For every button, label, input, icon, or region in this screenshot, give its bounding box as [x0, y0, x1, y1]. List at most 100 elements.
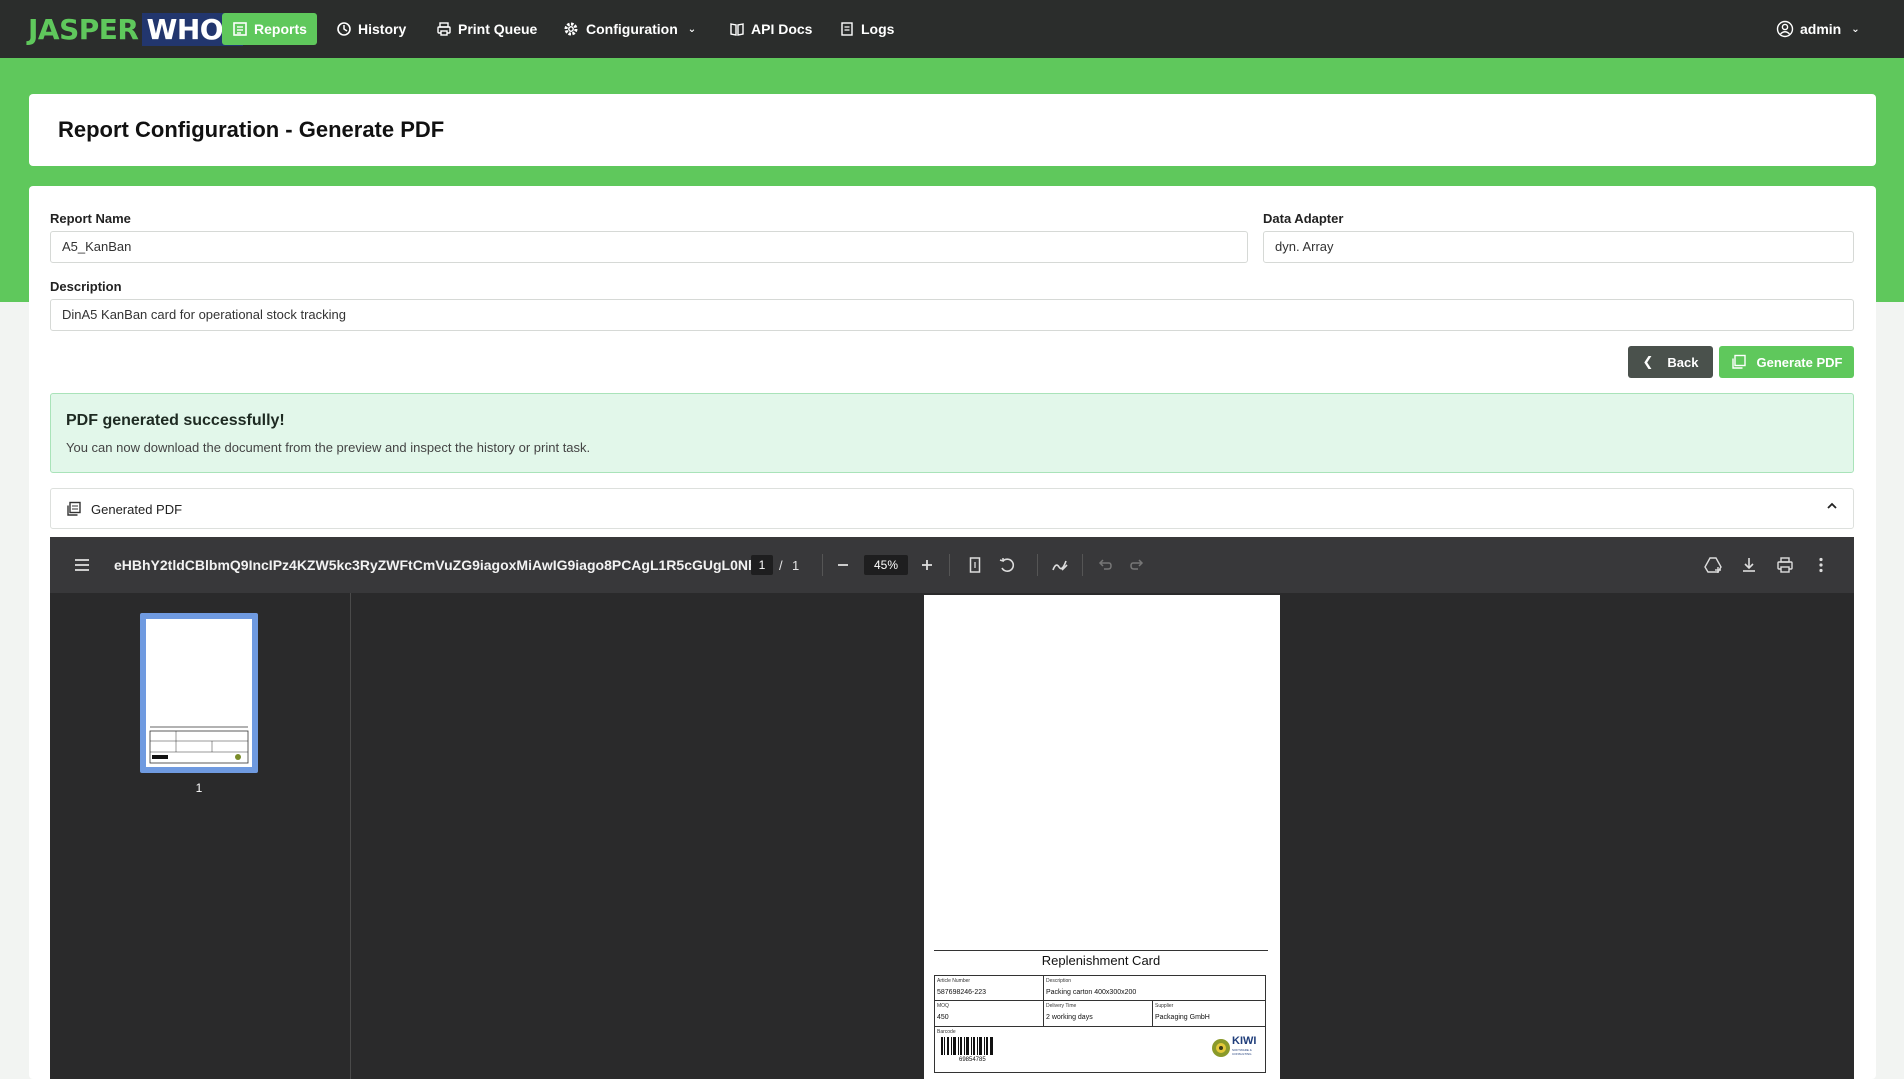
book-icon — [729, 21, 745, 37]
kiwi-emblem-icon — [1212, 1039, 1230, 1057]
pdf-description-label: Description — [1046, 978, 1072, 984]
page-number-input[interactable]: 1 — [751, 555, 773, 575]
barcode-image — [941, 1037, 993, 1055]
back-button-label: Back — [1667, 354, 1699, 370]
article-number-label: Article Number — [937, 978, 971, 984]
nav-logs-label: Logs — [861, 21, 895, 37]
toolbar-divider — [1082, 554, 1083, 576]
generate-pdf-button[interactable]: Generate PDF — [1719, 346, 1854, 378]
barcode-cell: Barcode 69854785 KIWI SOFTWARE & CONSULT… — [935, 1027, 1265, 1072]
toolbar-divider — [949, 554, 950, 576]
kiwi-logo-text: KIWI — [1232, 1035, 1257, 1047]
generated-pdf-accordion[interactable]: Generated PDF — [50, 488, 1854, 529]
chevron-left-icon: ❮ — [1642, 354, 1654, 369]
rotate-icon[interactable] — [997, 555, 1017, 575]
barcode-label: Barcode — [937, 1029, 956, 1035]
description-field[interactable]: DinA5 KanBan card for operational stock … — [50, 299, 1854, 331]
zoom-level[interactable]: 45% — [864, 555, 908, 575]
history-icon — [336, 21, 352, 37]
report-icon — [232, 21, 248, 37]
chevron-up-icon — [1825, 499, 1839, 513]
thumbnail-preview — [149, 726, 249, 764]
gear-icon — [562, 20, 580, 38]
top-navbar: JASPER WHO? Reports History Print Queue C… — [0, 0, 1904, 58]
nav-configuration[interactable]: Configuration ⌄ — [562, 13, 696, 45]
pdf-card-title: Replenishment Card — [934, 950, 1268, 968]
nav-history[interactable]: History — [336, 13, 406, 45]
drive-upload-icon[interactable] — [1703, 555, 1723, 575]
generate-pdf-label: Generate PDF — [1756, 354, 1843, 370]
page-title-card: Report Configuration - Generate PDF — [29, 94, 1876, 166]
menu-icon[interactable] — [72, 555, 92, 575]
alert-title: PDF generated successfully! — [66, 412, 285, 429]
nav-logs[interactable]: Logs — [839, 13, 894, 45]
nav-print-queue-label: Print Queue — [458, 21, 538, 37]
draw-icon[interactable] — [1050, 555, 1070, 575]
pdf-icon — [1731, 354, 1747, 370]
alert-message: You can now download the document from t… — [66, 440, 591, 455]
nav-api-docs[interactable]: API Docs — [729, 13, 812, 45]
moq-cell: MOQ 450 — [935, 1001, 1044, 1027]
description-label: Description — [50, 279, 122, 294]
pdf-page: Replenishment Card Article Number 587698… — [924, 595, 1280, 1079]
download-icon[interactable] — [1739, 555, 1759, 575]
pdf-viewer: eHBhY2tldCBlbmQ9IncIPz4KZW5kc3RyZWFtCmVu… — [50, 537, 1854, 1079]
supplier-value: Packaging GmbH — [1155, 1014, 1210, 1021]
kiwi-logo-subtext: SOFTWARE & CONSULTING — [1232, 1048, 1252, 1056]
page-separator: / — [779, 558, 783, 573]
article-number-cell: Article Number 587698246-223 — [935, 976, 1044, 1001]
pdf-filename: eHBhY2tldCBlbmQ9IncIPz4KZW5kc3RyZWFtCmVu… — [114, 557, 769, 573]
nav-api-docs-label: API Docs — [751, 21, 813, 37]
nav-history-label: History — [358, 21, 407, 37]
thumbnail-page — [146, 619, 252, 767]
delivery-cell: Delivery Time 2 working days — [1044, 1001, 1153, 1027]
user-menu[interactable]: admin ⌄ — [1776, 13, 1860, 45]
supplier-label: Supplier — [1155, 1003, 1174, 1009]
supplier-cell: Supplier Packaging GmbH — [1153, 1001, 1265, 1027]
data-adapter-field[interactable]: dyn. Array — [1263, 231, 1854, 263]
report-name-field[interactable]: A5_KanBan — [50, 231, 1248, 263]
success-alert: PDF generated successfully! You can now … — [50, 393, 1854, 473]
toolbar-divider — [822, 554, 823, 576]
pdf-description-value: Packing carton 400x300x200 — [1046, 989, 1137, 996]
description-cell: Description Packing carton 400x300x200 — [1044, 976, 1265, 1001]
thumbnail-sidebar: 1 — [50, 593, 351, 1079]
printer-icon — [436, 21, 452, 37]
thumbnail-page-number: 1 — [195, 781, 203, 795]
fit-page-icon[interactable] — [965, 555, 985, 575]
more-vertical-icon[interactable] — [1811, 555, 1831, 575]
zoom-out-icon[interactable] — [833, 555, 853, 575]
data-adapter-label: Data Adapter — [1263, 211, 1344, 226]
delivery-label: Delivery Time — [1046, 1003, 1077, 1009]
print-icon[interactable] — [1775, 555, 1795, 575]
barcode-number: 69854785 — [959, 1057, 986, 1063]
nav-print-queue[interactable]: Print Queue — [436, 13, 537, 45]
page-title: Report Configuration - Generate PDF — [58, 117, 445, 142]
user-icon — [1776, 20, 1794, 38]
zoom-in-icon[interactable] — [917, 555, 937, 575]
undo-icon[interactable] — [1095, 555, 1115, 575]
moq-label: MOQ — [937, 1003, 949, 1009]
pdf-card-table: Article Number 587698246-223 Description… — [934, 975, 1266, 1073]
article-number-value: 587698246-223 — [937, 989, 987, 996]
user-name: admin — [1800, 21, 1842, 37]
nav-reports[interactable]: Reports — [222, 13, 317, 45]
moq-value: 450 — [937, 1014, 949, 1021]
chevron-down-icon: ⌄ — [687, 23, 697, 35]
logo-jasper: JASPER — [28, 12, 139, 46]
delivery-value: 2 working days — [1046, 1014, 1093, 1021]
page-total: 1 — [792, 558, 800, 573]
kiwi-logo: KIWI SOFTWARE & CONSULTING — [1211, 1033, 1263, 1063]
toolbar-divider — [1037, 554, 1038, 576]
report-name-label: Report Name — [50, 211, 131, 226]
pdf-icon — [66, 501, 82, 517]
redo-icon[interactable] — [1127, 555, 1147, 575]
app-logo[interactable]: JASPER WHO? — [28, 11, 243, 47]
back-button[interactable]: ❮ Back — [1628, 346, 1713, 378]
chevron-down-icon: ⌄ — [1851, 23, 1860, 35]
logs-icon — [839, 21, 855, 37]
page-thumbnail[interactable] — [140, 613, 258, 773]
pdf-toolbar: eHBhY2tldCBlbmQ9IncIPz4KZW5kc3RyZWFtCmVu… — [50, 537, 1854, 593]
accordion-title: Generated PDF — [91, 502, 183, 517]
nav-configuration-label: Configuration — [586, 21, 678, 37]
